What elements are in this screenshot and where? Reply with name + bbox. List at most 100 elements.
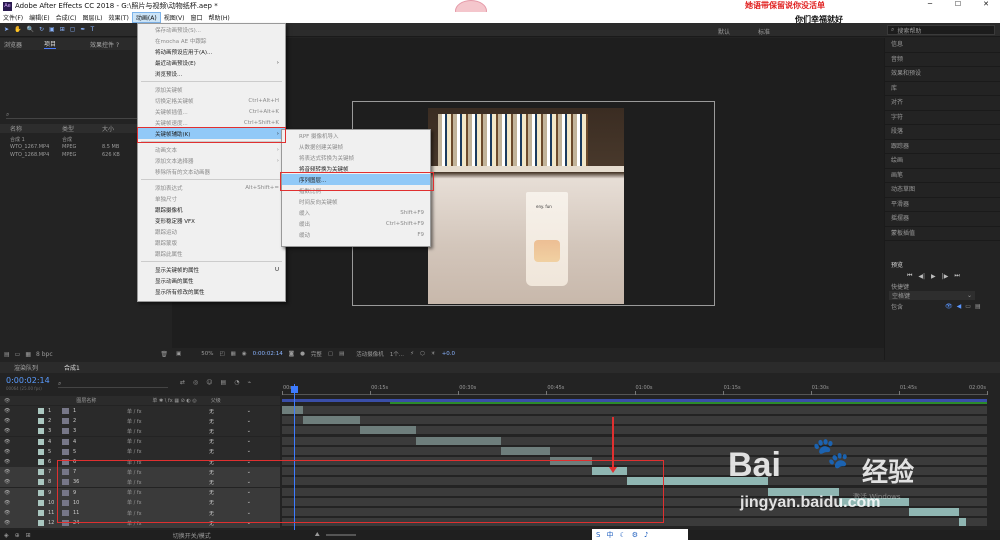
animation-menu-item[interactable]: 变形稳定器 VFX [138,215,285,226]
layer-name[interactable]: 4 [73,439,127,445]
rect-tool-icon[interactable]: ▢ [70,26,76,33]
menu-window[interactable]: 窗口 [187,13,205,22]
playhead-handle[interactable] [291,386,298,393]
col-size[interactable]: 大小 [102,124,132,133]
animation-menu-item[interactable]: 动画文本 › [138,144,285,155]
expand-icon[interactable]: ◈ [4,532,9,539]
layer-name[interactable]: 5 [73,449,127,455]
trash-icon[interactable]: 🗑 [160,351,168,358]
menu-animation[interactable]: 动画(A) [131,12,161,23]
snapshot-icon[interactable]: ◉ [242,351,247,357]
zoom-tool-icon[interactable]: 🔍 [27,26,34,33]
menu-composition[interactable]: 合成(C) [53,13,80,22]
label-color-swatch[interactable] [38,469,44,476]
animation-menu-item[interactable]: 跟踪摄像机 [138,204,285,215]
animation-menu-item[interactable]: 移除所有的文本动画器 [138,166,285,177]
animation-menu-item[interactable]: 跟踪蒙版 [138,237,285,248]
overlay-toggle-icon[interactable]: ▭ [965,303,971,310]
first-frame-icon[interactable]: ⏮ [907,272,912,280]
play-icon[interactable]: ▶ [931,273,936,280]
animation-menu-item[interactable]: 切换定格关键帧 Ctrl+Alt+H [138,95,285,106]
tab-render-queue[interactable]: 渲染队列 [14,363,38,372]
animation-menu-item[interactable]: 保存动画预设(S)... [138,24,285,35]
layer-bar[interactable] [282,406,304,414]
visibility-toggle-icon[interactable]: 👁 [4,418,38,424]
quality-select[interactable]: 完整 [311,350,322,358]
label-color-swatch[interactable] [38,479,44,486]
animation-menu-item[interactable]: 显示所有修改的属性 [138,286,285,297]
last-frame-icon[interactable]: ⏭ [954,272,959,280]
animation-menu-item[interactable]: 在mocha AE 中跟踪 [138,35,285,46]
visibility-toggle-icon[interactable]: 👁 [4,459,38,465]
zoom-select[interactable]: 50% [201,351,213,357]
layer-bar[interactable] [415,436,501,445]
label-color-swatch[interactable] [38,520,44,527]
label-color-swatch[interactable] [38,459,44,465]
col-name[interactable]: 名称 [0,124,62,133]
shortcut-select[interactable]: 空格键 ⌄ [889,291,975,300]
animation-menu-item[interactable]: 跟踪此属性 [138,248,285,259]
menu-file[interactable]: 文件(F) [0,13,26,22]
animation-menu-item[interactable]: 显示关键帧的属性 U [138,264,285,275]
menu-layer[interactable]: 图层(L) [80,13,106,22]
maximize-button[interactable]: ☐ [944,0,972,8]
layer-switches[interactable]: 单 / fx [127,438,209,445]
search-help-field[interactable]: ⌕ 搜索帮助 [887,25,995,35]
graph-editor-icon[interactable]: ⌁ [247,379,251,386]
next-frame-icon[interactable]: |▶ [942,273,949,280]
pen-tool-icon[interactable]: ✒ [80,26,85,33]
keyframe-assistant-item[interactable]: 时间反向关键帧 [282,196,430,207]
transparency-icon[interactable]: ▦ [231,351,236,357]
fast-preview-icon[interactable]: ⚡ [410,351,414,357]
layer-switches[interactable]: 单 / fx [127,418,209,425]
col-parent[interactable]: 父级 [211,397,221,404]
tab-comp1[interactable]: 合成1 [64,363,80,372]
visibility-toggle-icon[interactable]: 👁 [4,469,38,475]
menu-view[interactable]: 视图(V) [161,13,188,22]
label-color-swatch[interactable] [38,489,44,496]
toggle-switches-modes[interactable]: 切换开关/模式 [173,531,211,540]
timeline-time[interactable]: 0:00:02:14 [6,376,50,385]
interpret-footage-icon[interactable]: ▤ [4,351,10,358]
visibility-toggle-icon[interactable]: 👁 [4,428,38,434]
right-panel-item[interactable]: 跟踪器 [885,140,1000,154]
animation-menu-item[interactable]: 最近动画预设(E) › [138,57,285,68]
right-panel-item[interactable]: 字符 [885,111,1000,125]
region-icon[interactable]: ◰ [219,351,224,357]
right-panel-item[interactable]: 动态草图 [885,183,1000,198]
parent-select[interactable]: 无 ⌄ [209,408,254,415]
minimize-button[interactable]: ─ [916,0,944,8]
rotate-tool-icon[interactable]: ↻ [39,26,44,33]
label-color-swatch[interactable] [38,418,44,425]
tab-project[interactable]: 项目 [44,39,57,49]
roi-icon[interactable]: ▢ [328,351,333,357]
new-folder-icon[interactable]: ▭ [15,351,21,358]
motion-blur-icon[interactable]: ◔ [234,379,239,386]
parent-select[interactable]: 无 ⌄ [209,448,254,455]
layer-switches[interactable]: 单 / fx [127,428,209,435]
animation-menu-item[interactable]: 单独尺寸 [138,193,285,204]
right-panel-item[interactable]: 对齐 [885,96,1000,111]
keyframe-assistant-item[interactable]: RPF 摄像机导入 [282,130,430,141]
menu-effect[interactable]: 效果(T) [106,13,132,22]
col-type[interactable]: 类型 [62,124,102,133]
animation-menu-item[interactable]: 关键帧插值... Ctrl+Alt+K [138,106,285,117]
prev-frame-icon[interactable]: ◀| [918,273,925,280]
fit-icon[interactable]: ▣ [176,351,181,357]
hand-tool-icon[interactable]: ✋ [14,26,21,33]
bpc-label[interactable]: 8 bpc [36,351,53,358]
layer-name[interactable]: 1 [73,408,127,414]
tab-effect-controls[interactable]: 效果控件 ? [90,40,119,49]
label-color-swatch[interactable] [38,448,44,455]
visibility-toggle-icon[interactable]: 👁 [4,408,38,414]
col-layer-name[interactable]: 图层名称 [76,397,96,404]
reset-exposure-icon[interactable]: ☀ [431,351,436,357]
parent-select[interactable]: 无 ⌄ [209,418,254,425]
new-comp-icon[interactable]: ▦ [25,351,31,358]
blend-icon[interactable]: ⊕ [15,532,20,539]
right-panel-item[interactable]: 音频 [885,53,1000,67]
stretch-icon[interactable]: ⊞ [26,532,31,539]
animation-menu-item[interactable]: 将动画预设应用于(A)... [138,46,285,57]
layer-bar[interactable] [303,416,360,425]
close-button[interactable]: ✕ [972,0,1000,8]
